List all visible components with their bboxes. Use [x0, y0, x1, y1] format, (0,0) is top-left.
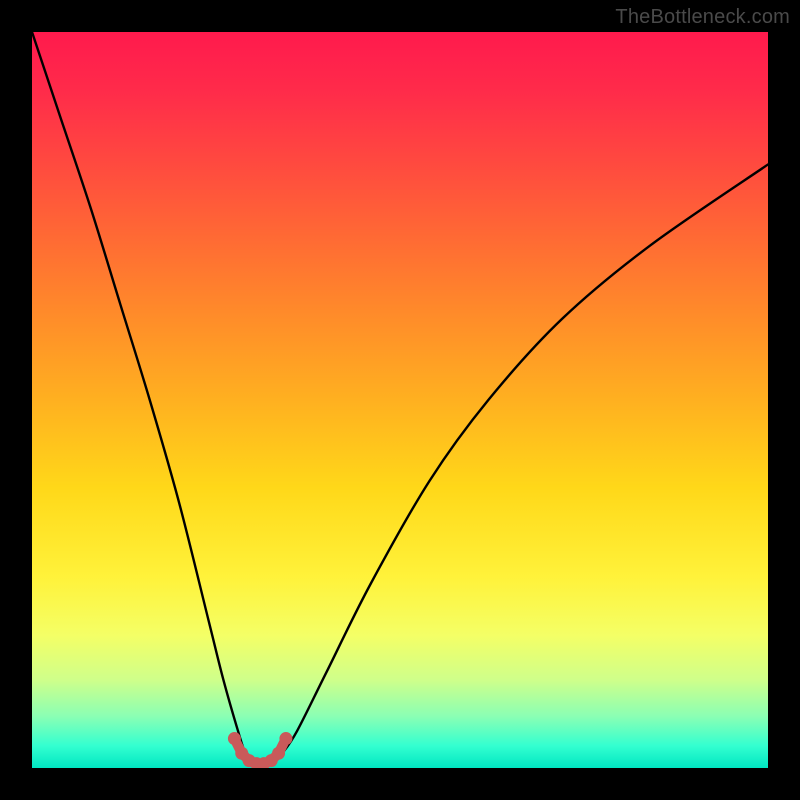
valley-dot [272, 747, 285, 760]
valley-dot [279, 732, 292, 745]
bottleneck-curve [32, 32, 768, 765]
chart-svg [32, 32, 768, 768]
watermark-text: TheBottleneck.com [615, 6, 790, 29]
valley-dot [228, 732, 241, 745]
valley-highlight-dots [228, 732, 293, 768]
